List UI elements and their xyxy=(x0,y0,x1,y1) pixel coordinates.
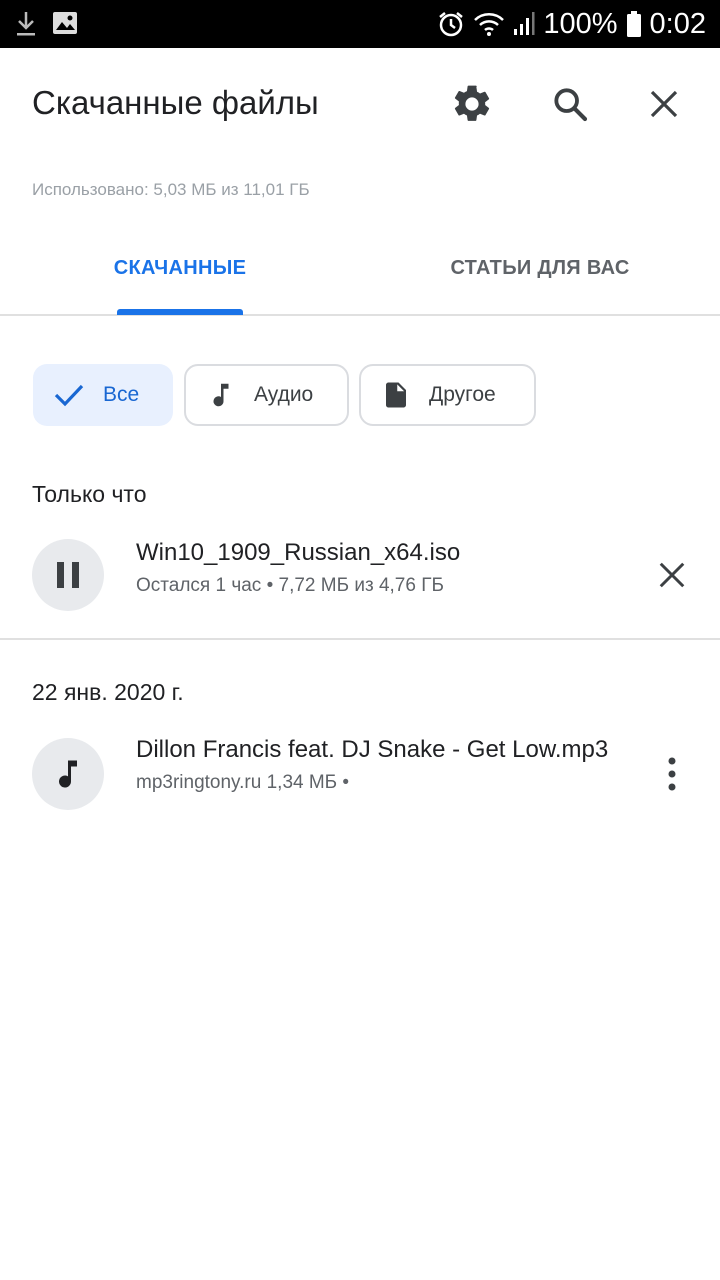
tab-articles[interactable]: СТАТЬИ ДЛЯ ВАС xyxy=(420,222,660,314)
download-item[interactable]: Win10_1909_Russian_x64.iso Остался 1 час… xyxy=(0,525,720,625)
settings-icon xyxy=(450,82,494,126)
battery-icon xyxy=(626,10,642,38)
music-note-icon xyxy=(206,378,236,412)
more-vert-icon xyxy=(666,756,678,792)
download-item[interactable]: Dillon Francis feat. DJ Snake - Get Low.… xyxy=(0,722,720,822)
app-bar: Скачанные файлы xyxy=(0,48,720,160)
document-icon xyxy=(381,377,411,413)
alarm-icon xyxy=(437,10,465,38)
clock: 0:02 xyxy=(649,7,706,40)
cancel-download-button[interactable] xyxy=(644,547,700,603)
section-header: 22 янв. 2020 г. xyxy=(32,679,184,705)
wifi-icon xyxy=(473,11,505,37)
file-meta: Остался 1 час • 7,72 МБ из 4,76 ГБ xyxy=(136,575,444,596)
status-bar: 100% 0:02 xyxy=(0,0,720,48)
image-icon xyxy=(52,10,78,38)
divider xyxy=(0,638,720,640)
download-icon xyxy=(14,10,38,38)
signal-icon xyxy=(513,11,535,37)
file-meta: mp3ringtony.ru 1,34 МБ • xyxy=(136,772,350,793)
filter-chip-label: Аудио xyxy=(254,383,314,406)
filter-chip-label: Другое xyxy=(429,383,496,406)
storage-usage: Использовано: 5,03 МБ из 11,01 ГБ xyxy=(32,180,310,199)
more-options-button[interactable] xyxy=(644,746,700,802)
pause-icon xyxy=(54,560,82,590)
settings-button[interactable] xyxy=(448,80,496,128)
section-header: Только что xyxy=(32,481,147,507)
filter-chip-label: Все xyxy=(103,383,140,406)
battery-percent: 100% xyxy=(543,7,618,40)
check-icon xyxy=(53,382,85,408)
page-title: Скачанные файлы xyxy=(32,84,319,121)
filter-chip-all[interactable]: Все xyxy=(33,364,173,426)
file-name: Win10_1909_Russian_x64.iso xyxy=(136,539,461,566)
search-button[interactable] xyxy=(546,80,594,128)
search-icon xyxy=(550,84,590,124)
filter-chip-other[interactable]: Другое xyxy=(359,364,536,426)
file-name: Dillon Francis feat. DJ Snake - Get Low.… xyxy=(136,736,609,763)
close-icon xyxy=(657,560,687,590)
file-type-avatar xyxy=(32,738,104,810)
filter-chip-audio[interactable]: Аудио xyxy=(184,364,349,426)
close-button[interactable] xyxy=(640,80,688,128)
tab-indicator xyxy=(117,309,243,315)
close-icon xyxy=(648,88,680,120)
pause-button[interactable] xyxy=(32,539,104,611)
music-note-icon xyxy=(50,754,86,794)
tab-bar: СКАЧАННЫЕ СТАТЬИ ДЛЯ ВАС xyxy=(0,222,720,316)
tab-downloads[interactable]: СКАЧАННЫЕ xyxy=(60,222,300,314)
